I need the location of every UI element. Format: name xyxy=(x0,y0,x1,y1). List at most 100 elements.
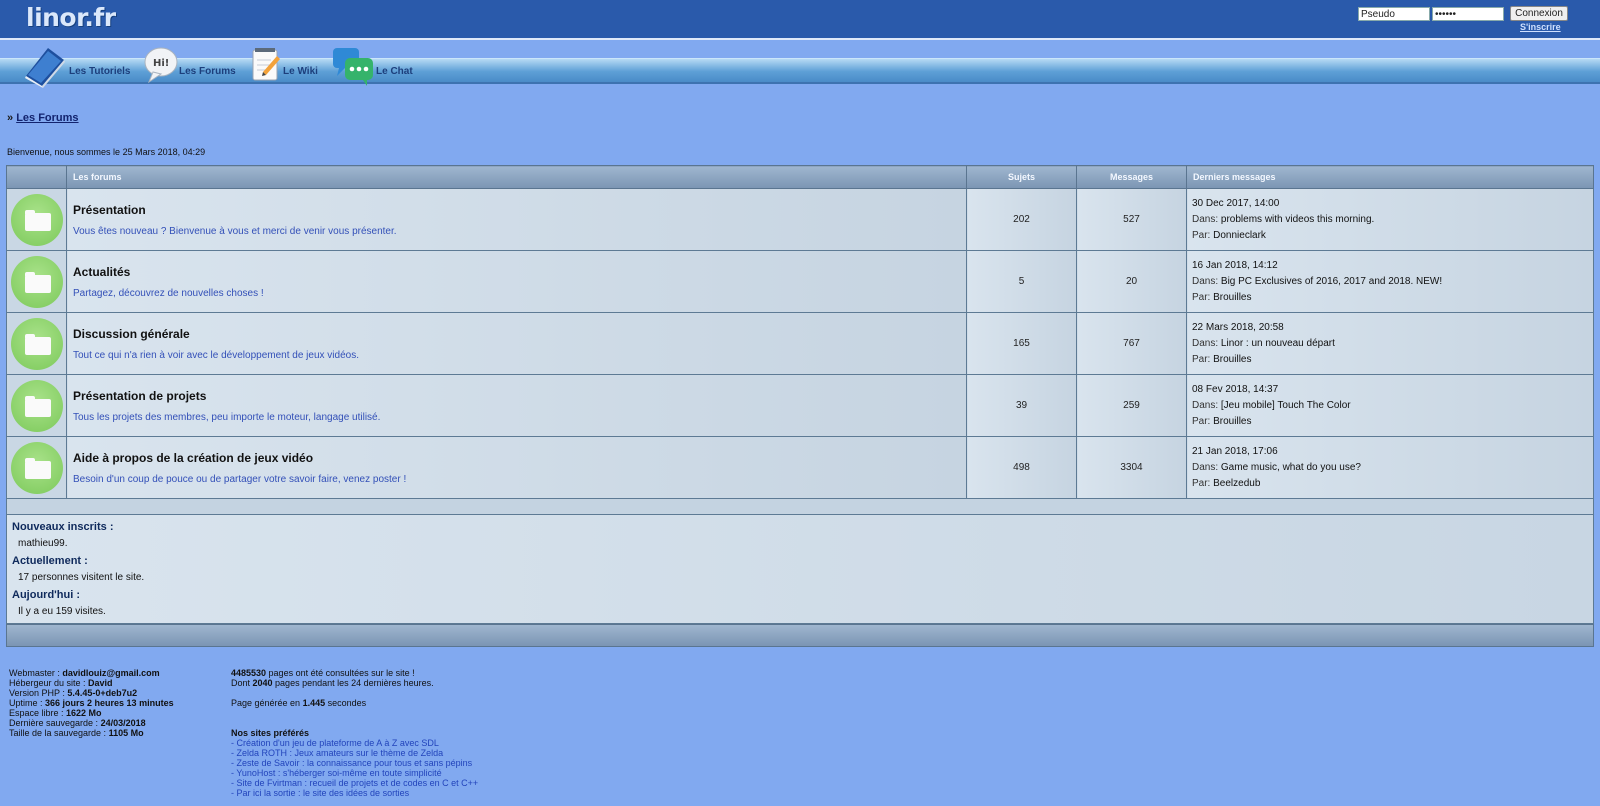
last-message-topic-link[interactable]: [Jeu mobile] Touch The Color xyxy=(1221,400,1351,411)
generated-line: Page générée en 1.445 secondes xyxy=(231,698,478,708)
pages-24h-line: Dont 2040 pages pendant les 24 dernières… xyxy=(231,678,478,688)
forum-description: Partagez, découvrez de nouvelles choses … xyxy=(73,287,264,299)
par-label: Par: xyxy=(1192,477,1211,489)
favorite-site-link[interactable]: - YunoHost : s'héberger soi-même en tout… xyxy=(231,768,478,778)
pages-total-line: 4485530 pages ont été consultées sur le … xyxy=(231,668,478,678)
messages-count: 20 xyxy=(1076,250,1187,313)
nav-item-forums[interactable]: Hi! Les Forums xyxy=(143,46,243,88)
forum-title-link[interactable]: Actualités xyxy=(73,265,966,279)
nav-label-chat: Le Chat xyxy=(376,66,413,77)
last-message-topic-link[interactable]: Linor : un nouveau départ xyxy=(1221,338,1335,349)
forum-icon-cell xyxy=(6,312,67,375)
last-message-topic-link[interactable]: Game music, what do you use? xyxy=(1221,462,1361,473)
site-logo[interactable]: linor.fr xyxy=(26,3,116,32)
info-label: Hébergeur du site : xyxy=(9,678,89,688)
messages-count: 3304 xyxy=(1076,436,1187,499)
last-message-date: 16 Jan 2018, 14:12 xyxy=(1192,259,1278,271)
svg-text:Hi!: Hi! xyxy=(153,58,169,69)
last-message-author-link[interactable]: Donnieclark xyxy=(1213,230,1266,241)
subjects-count: 165 xyxy=(966,312,1077,375)
forum-title-link[interactable]: Présentation xyxy=(73,203,966,217)
folder-icon xyxy=(10,317,63,370)
header-last-messages: Derniers messages xyxy=(1186,165,1594,189)
pseudo-input[interactable] xyxy=(1358,7,1430,21)
backup-size-value: 1105 Mo xyxy=(108,728,144,738)
info-label: Uptime : xyxy=(9,698,46,708)
last-message-author-link[interactable]: Brouilles xyxy=(1213,292,1251,303)
last-message-topic-link[interactable]: problems with videos this morning. xyxy=(1221,214,1374,225)
favorite-site-link[interactable]: - Zeste de Savoir : la connaissance pour… xyxy=(231,758,478,768)
forum-table: Les forums Sujets Messages Derniers mess… xyxy=(6,165,1594,515)
favorite-site-link[interactable]: - Par ici la sortie : le site des idées … xyxy=(231,788,478,798)
nav-item-wiki[interactable]: Le Wiki xyxy=(251,46,326,88)
connexion-button[interactable]: Connexion xyxy=(1510,6,1568,21)
new-members-heading: Nouveaux inscrits : xyxy=(12,521,114,533)
stats-panel: Nouveaux inscrits : mathieu99. Actuellem… xyxy=(6,514,1594,624)
breadcrumb: » Les Forums xyxy=(7,112,79,124)
forum-icon-cell xyxy=(6,436,67,499)
dans-label: Dans: xyxy=(1192,337,1219,349)
pages-total: 4485530 xyxy=(231,668,267,678)
host-name: David xyxy=(88,678,113,688)
table-row: Discussion générale Tout ce qui n'a rien… xyxy=(6,312,1594,375)
stats-footer-bar xyxy=(6,624,1594,647)
webmaster-email: davidlouiz@gmail.com xyxy=(62,668,160,678)
header-icon-col xyxy=(6,165,67,189)
dans-label: Dans: xyxy=(1192,275,1219,287)
last-message-date: 30 Dec 2017, 14:00 xyxy=(1192,197,1280,209)
current-heading: Actuellement : xyxy=(12,555,88,567)
last-backup-value: 24/03/2018 xyxy=(100,718,146,728)
favorite-site-link[interactable]: - Zelda ROTH : Jeux amateurs sur le thèm… xyxy=(231,748,478,758)
nav-item-tutoriels[interactable]: Les Tutoriels xyxy=(22,46,132,88)
forum-main-cell: Aide à propos de la création de jeux vid… xyxy=(66,436,967,499)
free-space-value: 1622 Mo xyxy=(66,708,102,718)
password-input[interactable] xyxy=(1432,7,1504,21)
spacer-cell xyxy=(6,498,1594,515)
subjects-count: 202 xyxy=(966,188,1077,251)
last-message-cell: 08 Fev 2018, 14:37 Dans: [Jeu mobile] To… xyxy=(1186,374,1594,437)
par-label: Par: xyxy=(1192,353,1211,365)
breadcrumb-separator: » xyxy=(7,112,14,124)
info-line-host: Hébergeur du site : David xyxy=(9,678,174,688)
folder-icon xyxy=(10,255,63,308)
info-label: Webmaster : xyxy=(9,668,63,678)
generated-label: Page générée en xyxy=(231,698,303,708)
dans-label: Dans: xyxy=(1192,461,1219,473)
favorite-sites-title: Nos sites préférés xyxy=(231,728,310,738)
welcome-text: Bienvenue, nous sommes le 25 Mars 2018, … xyxy=(7,147,206,157)
breadcrumb-link-forums[interactable]: Les Forums xyxy=(16,112,78,124)
new-member-link[interactable]: mathieu99. xyxy=(12,538,1588,555)
dont-label: Dont xyxy=(231,678,253,688)
forum-description: Tout ce qui n'a rien à voir avec le déve… xyxy=(73,349,359,361)
table-row: Aide à propos de la création de jeux vid… xyxy=(6,436,1594,499)
pages-24h-text: pages pendant les 24 dernières heures. xyxy=(272,678,434,688)
last-message-date: 08 Fev 2018, 14:37 xyxy=(1192,383,1279,395)
nav-label-wiki: Le Wiki xyxy=(283,66,318,77)
nav-item-chat[interactable]: Le Chat xyxy=(333,46,423,88)
info-line-php: Version PHP : 5.4.45-0+deb7u2 xyxy=(9,688,174,698)
forum-title-link[interactable]: Aide à propos de la création de jeux vid… xyxy=(73,451,966,465)
dans-label: Dans: xyxy=(1192,399,1219,411)
forum-title-link[interactable]: Présentation de projets xyxy=(73,389,966,403)
info-line-last-backup: Dernière sauvegarde : 24/03/2018 xyxy=(9,718,174,728)
last-message-topic-link[interactable]: Big PC Exclusives of 2016, 2017 and 2018… xyxy=(1221,276,1442,287)
last-message-cell: 21 Jan 2018, 17:06 Dans: Game music, wha… xyxy=(1186,436,1594,499)
table-footer-spacer xyxy=(6,498,1594,515)
today-heading: Aujourd'hui : xyxy=(12,589,80,601)
info-label: Dernière sauvegarde : xyxy=(9,718,101,728)
forum-main-cell: Actualités Partagez, découvrez de nouvel… xyxy=(66,250,967,313)
messages-count: 767 xyxy=(1076,312,1187,375)
messages-count: 259 xyxy=(1076,374,1187,437)
forum-icon-cell xyxy=(6,188,67,251)
favorite-site-link[interactable]: - Création d'un jeu de plateforme de A à… xyxy=(231,738,478,748)
last-message-author-link[interactable]: Brouilles xyxy=(1213,354,1251,365)
info-line-webmaster: Webmaster : davidlouiz@gmail.com xyxy=(9,668,174,678)
register-link[interactable]: S'inscrire xyxy=(1520,22,1561,32)
last-message-author-link[interactable]: Brouilles xyxy=(1213,416,1251,427)
par-label: Par: xyxy=(1192,291,1211,303)
last-message-author-link[interactable]: Beelzedub xyxy=(1213,478,1260,489)
top-header: linor.fr Connexion S'inscrire xyxy=(0,0,1600,40)
favorite-site-link[interactable]: - Site de Fvirtman : recueil de projets … xyxy=(231,778,478,788)
last-message-cell: 16 Jan 2018, 14:12 Dans: Big PC Exclusiv… xyxy=(1186,250,1594,313)
forum-title-link[interactable]: Discussion générale xyxy=(73,327,966,341)
